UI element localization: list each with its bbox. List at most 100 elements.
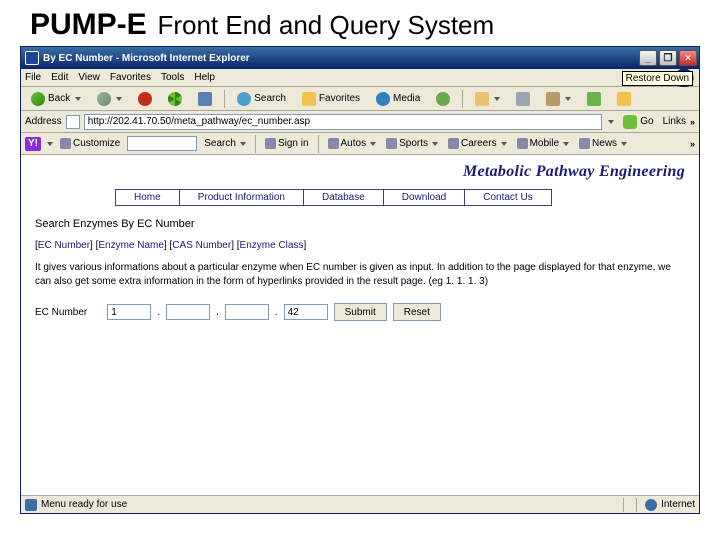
zone-text: Internet <box>661 499 695 510</box>
yahoo-more-chevron[interactable]: » <box>690 139 695 149</box>
separator <box>255 135 256 153</box>
restore-tooltip: Restore Down <box>622 71 693 86</box>
history-button[interactable] <box>430 89 456 109</box>
ie-icon <box>25 51 39 65</box>
page-content: Metabolic Pathway Engineering Home Produ… <box>21 155 699 495</box>
edit-button[interactable] <box>540 89 577 109</box>
folder-icon <box>617 92 631 106</box>
yahoo-mobile-label: Mobile <box>530 138 559 149</box>
restore-button[interactable]: ❐ <box>659 50 677 66</box>
separator <box>623 498 624 512</box>
chevron-down-icon <box>75 97 81 101</box>
home-button[interactable] <box>192 89 218 109</box>
refresh-button[interactable] <box>162 89 188 109</box>
news-icon <box>579 138 590 149</box>
nav-product-information[interactable]: Product Information <box>180 189 304 206</box>
nav-database[interactable]: Database <box>304 189 384 206</box>
yahoo-customize-button[interactable]: Customize <box>57 138 123 149</box>
minimize-button[interactable]: _ <box>639 50 657 66</box>
refresh-icon <box>168 92 182 106</box>
back-button[interactable]: Back <box>25 89 87 109</box>
yahoo-news-label: News <box>592 138 617 149</box>
gear-icon <box>60 138 71 149</box>
menu-view[interactable]: View <box>78 72 100 83</box>
yahoo-signin-label: Sign in <box>278 138 309 149</box>
slide-title-sub: Front End and Query System <box>157 10 494 41</box>
search-button[interactable]: Search <box>231 89 292 109</box>
ec-field-3[interactable] <box>225 304 269 320</box>
yahoo-icon[interactable]: Y! <box>25 137 41 151</box>
ec-form: EC Number . . . Submit Reset <box>35 303 685 321</box>
body-text: It gives various informations about a pa… <box>35 261 685 289</box>
chevron-down-icon <box>621 142 627 146</box>
print-icon <box>516 92 530 106</box>
slide-title: PUMP-E Front End and Query System <box>0 0 720 46</box>
messenger-button[interactable] <box>581 89 607 109</box>
yahoo-careers-button[interactable]: Careers <box>445 138 510 149</box>
submit-button[interactable]: Submit <box>334 303 387 321</box>
yahoo-autos-label: Autos <box>341 138 367 149</box>
separator <box>224 90 225 108</box>
home-icon <box>198 92 212 106</box>
ec-field-4[interactable] <box>284 304 328 320</box>
menu-file[interactable]: File <box>25 72 41 83</box>
link-ec-number[interactable]: EC Number <box>38 240 90 251</box>
chevron-down-icon[interactable] <box>47 142 53 146</box>
link-enzyme-class[interactable]: Enzyme Class <box>240 240 304 251</box>
chevron-down-icon <box>563 142 569 146</box>
yahoo-signin-button[interactable]: Sign in <box>262 138 312 149</box>
forward-icon <box>97 92 111 106</box>
favorites-label: Favorites <box>319 93 360 104</box>
ec-label: EC Number <box>35 307 87 318</box>
menu-edit[interactable]: Edit <box>51 72 68 83</box>
address-bar: Address Go Links » <box>21 111 699 133</box>
ec-field-1[interactable] <box>107 304 151 320</box>
window-title: By EC Number - Microsoft Internet Explor… <box>43 53 637 64</box>
nav-download[interactable]: Download <box>384 189 465 206</box>
user-icon <box>265 138 276 149</box>
go-button[interactable]: Go <box>618 115 658 129</box>
favorites-button[interactable]: Favorites <box>296 89 366 109</box>
menu-favorites[interactable]: Favorites <box>110 72 151 83</box>
close-button[interactable]: × <box>679 50 697 66</box>
yahoo-careers-label: Careers <box>461 138 497 149</box>
slide-title-main: PUMP-E <box>30 8 147 42</box>
section-heading: Search Enzymes By EC Number <box>35 218 685 230</box>
mail-button[interactable] <box>469 89 506 109</box>
search-label: Search <box>254 93 286 104</box>
star-icon <box>302 92 316 106</box>
nav-contact-us[interactable]: Contact Us <box>465 189 551 206</box>
yahoo-sports-button[interactable]: Sports <box>383 138 441 149</box>
sports-icon <box>386 138 397 149</box>
forward-button[interactable] <box>91 89 128 109</box>
internet-zone-icon <box>645 499 657 511</box>
yahoo-autos-button[interactable]: Autos <box>325 138 380 149</box>
stop-button[interactable] <box>132 89 158 109</box>
stop-icon <box>138 92 152 106</box>
menu-help[interactable]: Help <box>194 72 215 83</box>
reset-button[interactable]: Reset <box>393 303 441 321</box>
yahoo-search-button[interactable]: Search <box>201 138 249 149</box>
titlebar: By EC Number - Microsoft Internet Explor… <box>21 47 699 69</box>
address-input[interactable] <box>84 114 603 130</box>
media-icon <box>376 92 390 106</box>
link-enzyme-name[interactable]: Enzyme Name <box>98 240 164 251</box>
print-button[interactable] <box>510 89 536 109</box>
back-label: Back <box>48 93 70 104</box>
nav-home[interactable]: Home <box>115 189 180 206</box>
edit-icon <box>546 92 560 106</box>
menu-tools[interactable]: Tools <box>161 72 184 83</box>
chevron-down-icon[interactable] <box>608 120 614 124</box>
ec-field-2[interactable] <box>166 304 210 320</box>
links-label[interactable]: Links <box>663 116 686 127</box>
link-cas-number[interactable]: CAS Number <box>172 240 231 251</box>
car-icon <box>328 138 339 149</box>
yahoo-search-input[interactable] <box>127 136 197 151</box>
media-button[interactable]: Media <box>370 89 426 109</box>
links-chevron[interactable]: » <box>690 117 695 127</box>
yahoo-news-button[interactable]: News <box>576 138 630 149</box>
search-icon <box>237 92 251 106</box>
folder-button[interactable] <box>611 89 637 109</box>
yahoo-mobile-button[interactable]: Mobile <box>514 138 572 149</box>
site-nav: Home Product Information Database Downlo… <box>115 189 685 206</box>
